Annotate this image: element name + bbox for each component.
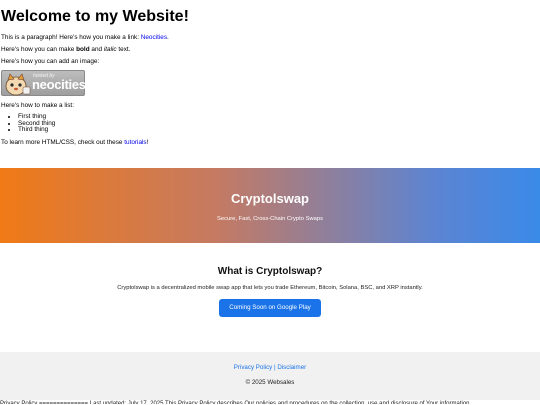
tutorials-text: To learn more HTML/CSS, check out these [1, 138, 125, 146]
paragraph-list: Here's how to make a list: [1, 102, 74, 109]
paragraph-format: Here's how you can make bold and italic … [1, 46, 540, 54]
example-list: First thing Second thing Third thing [1, 113, 540, 134]
google-play-button[interactable]: Coming Soon on Google Play [219, 299, 321, 317]
list-item: Second thing [18, 120, 540, 128]
paragraph-image: Here's how you can add an image: [1, 58, 100, 65]
neocities-cat-icon [5, 73, 31, 96]
tutorials-link[interactable]: tutorials [124, 139, 146, 146]
format-text-mid: and [89, 46, 104, 53]
list-item: Third thing [18, 127, 540, 134]
badge-brand-text: neocities [32, 77, 86, 92]
paragraph-tutorials: To learn more HTML/CSS, check out these … [1, 139, 540, 147]
paragraph-end: . [167, 34, 169, 41]
hero-banner: Cryptolswap Secure, Fast, Cross-Chain Cr… [0, 168, 540, 243]
paragraph-link: This is a paragraph! Here's how you make… [1, 34, 540, 42]
list-item: First thing [18, 113, 540, 121]
neocities-badge[interactable]: hosted by neocities [1, 70, 86, 96]
page-title: Welcome to my Website! [1, 8, 189, 25]
italic-text: italic [103, 46, 117, 53]
about-description: Cryptolswap is a decentralized mobile sw… [117, 285, 423, 291]
disclaimer-link[interactable]: Disclaimer [277, 364, 306, 371]
hero-subtitle: Secure, Fast, Cross-Chain Crypto Swaps [217, 216, 323, 222]
privacy-policy-text: Privacy Policy ============== Last updat… [0, 401, 470, 404]
tutorials-end: ! [146, 138, 149, 146]
footer-links: Privacy Policy | Disclaimer [0, 352, 540, 372]
footer: Privacy Policy | Disclaimer © 2025 Websa… [0, 352, 540, 400]
footer-copyright: © 2025 Websales [245, 379, 295, 386]
format-text-start: Here's how you can make [1, 46, 77, 53]
bold-text: bold [76, 46, 90, 53]
paragraph-text: This is a paragraph! Here's how you make… [1, 34, 141, 41]
intro-section: Welcome to my Website! This is a paragra… [0, 0, 540, 147]
hero-title: Cryptolswap [230, 191, 309, 206]
about-section: What is Cryptolswap? Cryptolswap is a de… [0, 265, 540, 317]
neocities-link[interactable]: Neocities [141, 34, 167, 41]
format-text-end: text. [116, 46, 131, 53]
privacy-policy-link[interactable]: Privacy Policy [234, 364, 273, 371]
about-heading: What is Cryptolswap? [217, 266, 323, 277]
